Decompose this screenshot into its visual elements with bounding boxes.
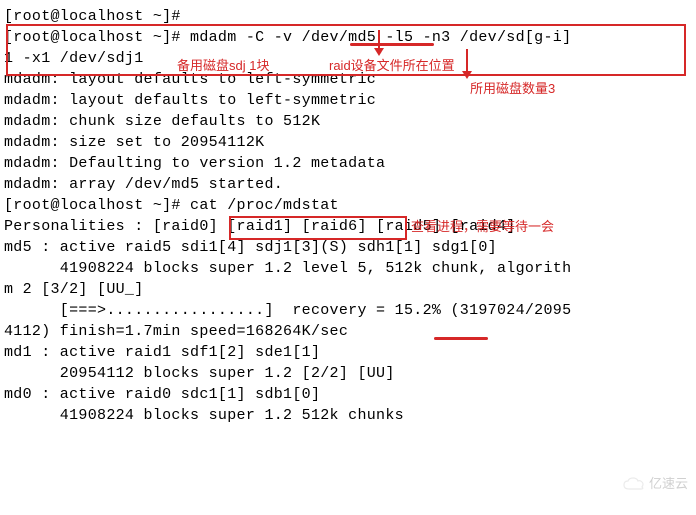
underline-dev-md5 [350, 43, 434, 46]
mdstat-l9: md0 : active raid0 sdc1[1] sdb1[0] [4, 384, 692, 405]
out-l4: mdadm: size set to 20954112K [4, 132, 692, 153]
watermark-text: 亿速云 [649, 475, 688, 493]
cmd2-line: [root@localhost ~]# cat /proc/mdstat [4, 195, 692, 216]
mdstat-l2: md5 : active raid5 sdi1[4] sdj1[3](S) sd… [4, 237, 692, 258]
out-l3: mdadm: chunk size defaults to 512K [4, 111, 692, 132]
out-l2: mdadm: layout defaults to left-symmetric [4, 90, 692, 111]
mdstat-l3: 41908224 blocks super 1.2 level 5, 512k … [4, 258, 692, 279]
mdstat-l4: m 2 [3/2] [UU_] [4, 279, 692, 300]
mdstat-l5: [===>.................] recovery = 15.2%… [4, 300, 692, 321]
watermark: 亿速云 [623, 475, 688, 493]
underline-recovery-pct [434, 337, 488, 340]
prompt2: [root@localhost ~]# [4, 197, 190, 214]
out-l6: mdadm: array /dev/md5 started. [4, 174, 692, 195]
highlight-box-cmd2 [229, 216, 407, 240]
mdstat-l10: 41908224 blocks super 1.2 512k chunks [4, 405, 692, 426]
annotation-backup-disk: 备用磁盘sdj 1块 [177, 57, 269, 75]
cmd2-text: cat /proc/mdstat [190, 197, 339, 214]
out-l5: mdadm: Defaulting to version 1.2 metadat… [4, 153, 692, 174]
annotation-check-process: 查看进程，需要等待一会 [411, 218, 554, 236]
arrow-down-icon [460, 49, 474, 79]
mdstat-l8: 20954112 blocks super 1.2 [2/2] [UU] [4, 363, 692, 384]
mdstat-l7: md1 : active raid1 sdf1[2] sde1[1] [4, 342, 692, 363]
cloud-icon [623, 477, 645, 491]
annotation-disk-count: 所用磁盘数量3 [470, 80, 555, 98]
annotation-raid-path: raid设备文件所在位置 [329, 57, 455, 75]
mdstat-l6: 4112) finish=1.7min speed=168264K/sec [4, 321, 692, 342]
